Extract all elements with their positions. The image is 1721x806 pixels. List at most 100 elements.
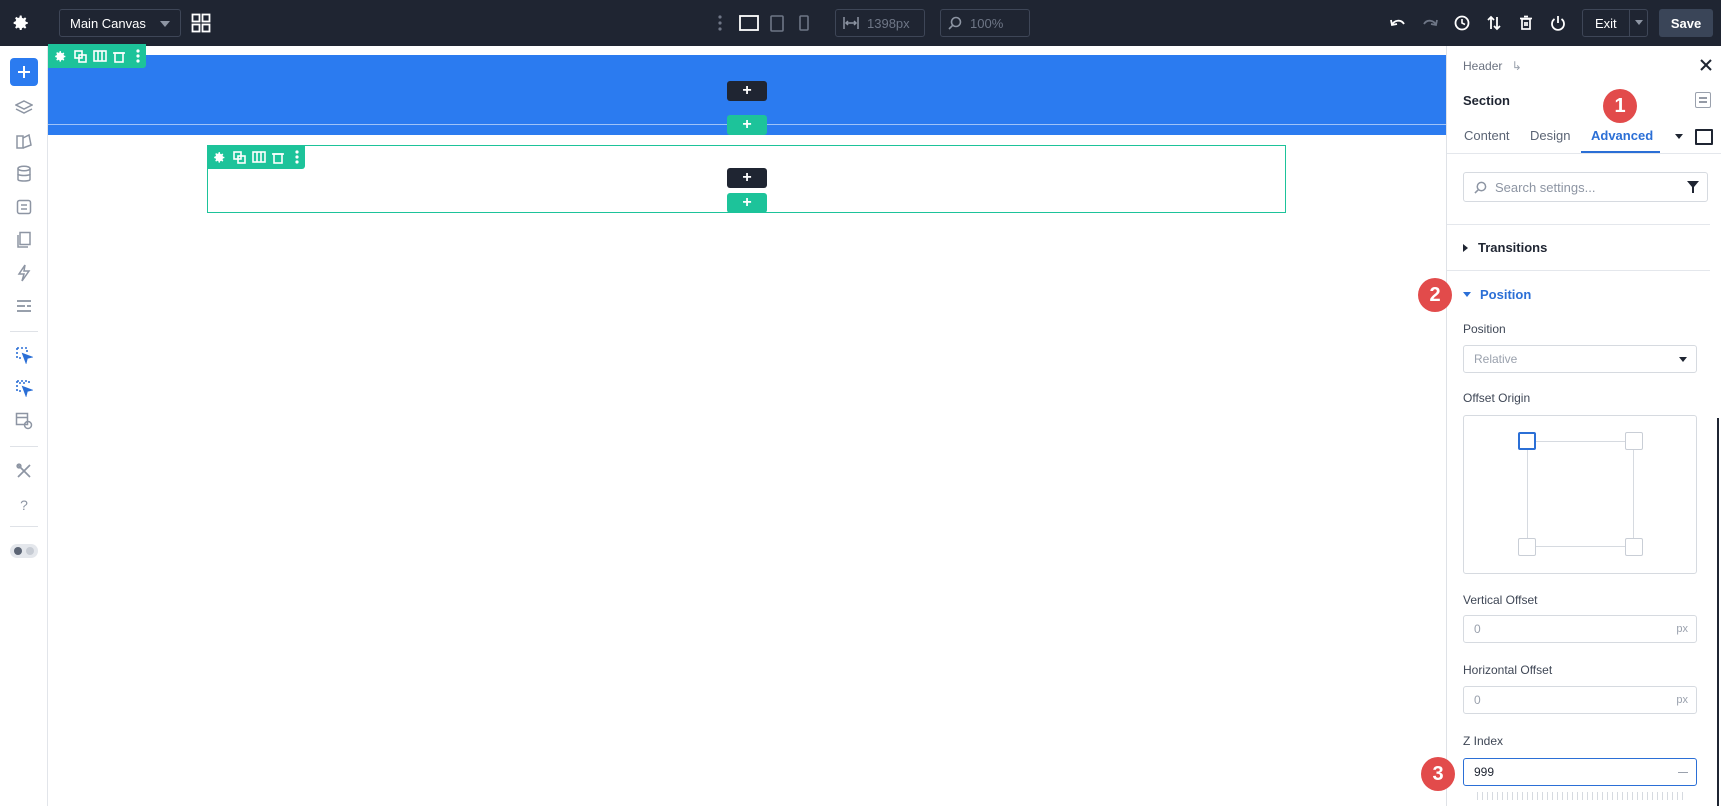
canvas-width-field[interactable]: 1398px	[835, 9, 925, 37]
horizontal-offset-value: 0	[1474, 693, 1481, 707]
vertical-offset-unit[interactable]: px	[1676, 616, 1688, 642]
zoom-field[interactable]: 100%	[940, 9, 1030, 37]
horizontal-offset-unit[interactable]: px	[1676, 687, 1688, 713]
columns-icon[interactable]	[92, 48, 107, 64]
undo-icon[interactable]	[1387, 12, 1409, 34]
section-toolbar	[48, 44, 146, 68]
position-select[interactable]: Relative	[1463, 345, 1697, 373]
canvas-select[interactable]: Main Canvas	[59, 9, 181, 37]
origin-top-right[interactable]	[1625, 432, 1643, 450]
sidebar-divider	[10, 331, 38, 332]
tablet-view-icon[interactable]	[768, 13, 786, 33]
lightning-icon[interactable]	[13, 262, 35, 284]
trash-icon[interactable]	[111, 48, 126, 64]
portability-icon[interactable]	[13, 196, 35, 218]
layout-grid-icon[interactable]	[190, 12, 212, 34]
tab-advanced[interactable]: Advanced	[1591, 128, 1653, 143]
origin-frame	[1527, 441, 1634, 547]
chevron-down-icon[interactable]	[1635, 20, 1643, 25]
settings-panel: Header ↳ Section Content Design Advanced…	[1446, 46, 1721, 806]
panel-tabs: Content Design Advanced	[1447, 122, 1721, 154]
gear-icon[interactable]	[212, 149, 227, 165]
vertical-offset-label: Vertical Offset	[1463, 593, 1538, 607]
help-icon[interactable]: ?	[13, 494, 35, 516]
tools-icon[interactable]	[13, 460, 35, 482]
duplicate-icon[interactable]	[231, 149, 246, 165]
sort-arrows-icon[interactable]	[1483, 12, 1505, 34]
history-icon[interactable]	[1451, 12, 1473, 34]
click-select-icon[interactable]	[13, 344, 35, 366]
columns-icon[interactable]	[251, 149, 266, 165]
settings-gear-icon[interactable]	[10, 12, 32, 34]
group-transitions[interactable]: Transitions	[1463, 240, 1547, 255]
add-module-button[interactable]: +	[727, 168, 767, 188]
duplicate-icon[interactable]	[72, 48, 87, 64]
desktop-view-icon[interactable]	[738, 13, 760, 33]
origin-top-left[interactable]	[1518, 432, 1536, 450]
plus-icon	[18, 66, 30, 78]
more-vertical-icon[interactable]	[290, 149, 305, 165]
close-icon[interactable]	[1699, 58, 1713, 72]
origin-bottom-right[interactable]	[1625, 538, 1643, 556]
chevron-down-icon[interactable]	[1675, 134, 1683, 139]
pages-icon[interactable]	[13, 229, 35, 251]
z-index-slider-ruler[interactable]	[1477, 792, 1687, 800]
search-icon	[1474, 181, 1487, 194]
z-index-input[interactable]: 999	[1463, 758, 1697, 786]
caret-right-icon	[1463, 243, 1468, 252]
swap-icon[interactable]	[1695, 92, 1711, 108]
square-icon[interactable]	[1695, 129, 1713, 145]
offset-origin-label: Offset Origin	[1463, 391, 1531, 405]
tab-design[interactable]: Design	[1530, 128, 1570, 143]
top-toolbar: Main Canvas 1398px 100% Exit Save	[0, 0, 1721, 46]
add-row-button[interactable]: +	[727, 81, 767, 101]
sidebar-divider	[10, 526, 38, 527]
exit-button[interactable]: Exit	[1582, 9, 1648, 37]
origin-bottom-left[interactable]	[1518, 538, 1536, 556]
minus-icon[interactable]	[1678, 772, 1688, 773]
breadcrumb-header: Header	[1463, 59, 1503, 73]
exit-label: Exit	[1595, 15, 1617, 31]
more-vertical-icon[interactable]	[714, 13, 726, 33]
canvas-select-value: Main Canvas	[70, 15, 146, 31]
tab-content[interactable]: Content	[1464, 128, 1510, 143]
toggle-knob	[14, 547, 22, 555]
add-element-button[interactable]	[10, 58, 38, 86]
panel-divider	[1447, 224, 1710, 225]
theme-builder-icon[interactable]	[13, 130, 35, 152]
zoom-value: 100%	[970, 15, 1004, 31]
group-position-label: Position	[1480, 287, 1532, 302]
position-select-value: Relative	[1474, 352, 1518, 366]
trash-icon[interactable]	[270, 149, 285, 165]
database-icon[interactable]	[13, 163, 35, 185]
layout-rows-icon[interactable]	[13, 295, 35, 317]
add-row-below-button[interactable]: +	[727, 193, 767, 213]
multi-select-icon[interactable]	[13, 377, 35, 399]
power-icon[interactable]	[1547, 12, 1569, 34]
group-position[interactable]: Position	[1463, 287, 1531, 302]
trash-icon[interactable]	[1515, 12, 1537, 34]
builder-canvas[interactable]: + + + +	[48, 44, 1446, 806]
layers-icon[interactable]	[13, 97, 35, 119]
width-arrows-icon	[843, 17, 859, 29]
more-vertical-icon[interactable]	[131, 48, 146, 64]
redo-icon[interactable]	[1419, 12, 1441, 34]
panel-scrollbar[interactable]	[1717, 418, 1719, 806]
step-badge-1: 1	[1603, 89, 1637, 123]
phone-view-icon[interactable]	[796, 13, 812, 33]
vertical-offset-input[interactable]: 0 px	[1463, 615, 1697, 643]
horizontal-offset-input[interactable]: 0 px	[1463, 686, 1697, 714]
vertical-offset-value: 0	[1474, 622, 1481, 636]
save-button[interactable]: Save	[1659, 9, 1713, 37]
z-index-value: 999	[1474, 765, 1495, 779]
search-settings-input[interactable]: Search settings...	[1463, 172, 1708, 202]
chevron-down-icon	[1679, 357, 1687, 362]
mode-toggle[interactable]	[10, 544, 38, 558]
filter-icon[interactable]	[1687, 181, 1699, 194]
breadcrumb[interactable]: Header ↳	[1463, 59, 1522, 73]
add-section-button[interactable]: +	[727, 115, 767, 135]
gear-icon[interactable]	[53, 48, 68, 64]
search-placeholder: Search settings...	[1495, 179, 1596, 195]
preview-icon[interactable]	[13, 410, 35, 432]
chevron-down-icon	[160, 21, 170, 27]
